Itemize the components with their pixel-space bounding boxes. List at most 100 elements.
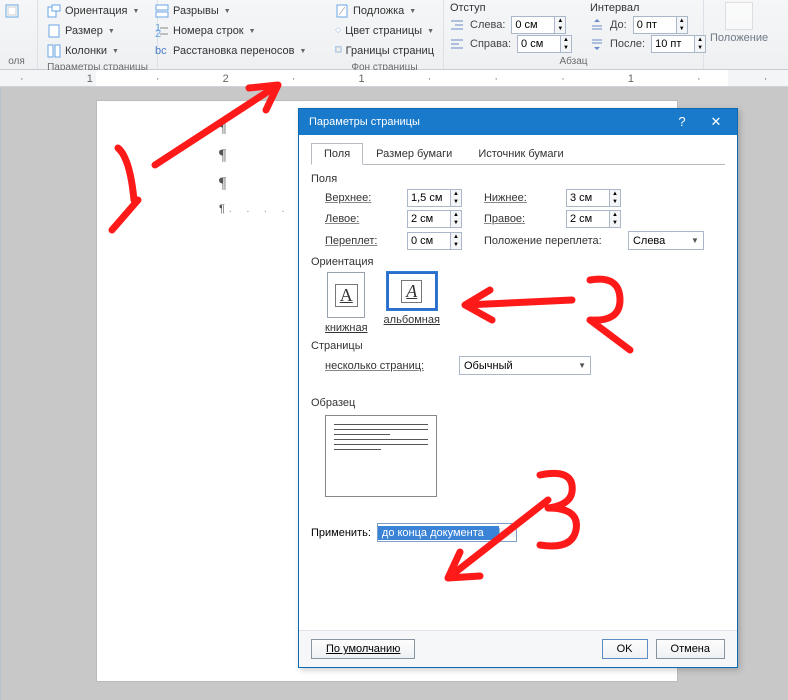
columns-icon xyxy=(47,44,61,58)
gutter-pos-select[interactable]: Слева ▼ xyxy=(628,231,704,250)
tab-paper[interactable]: Размер бумаги xyxy=(363,143,465,165)
chevron-down-icon: ▼ xyxy=(427,28,434,35)
chevron-down-icon: ▼ xyxy=(108,28,115,35)
line-numbers-button[interactable]: 12 Номера строк ▼ xyxy=(152,22,320,40)
gutter-label: Переплет: xyxy=(325,235,399,247)
paragraph-group-label: Абзац xyxy=(450,54,697,69)
bottom-margin-label: Нижнее: xyxy=(484,192,558,204)
breaks-label: Разрывы xyxy=(173,5,219,17)
dialog-tabs: Поля Размер бумаги Источник бумаги xyxy=(311,143,725,165)
watermark-icon xyxy=(335,4,349,18)
columns-button[interactable]: Колонки ▼ xyxy=(44,42,151,60)
close-button[interactable]: ✕ xyxy=(699,109,733,135)
indent-left-input[interactable]: ▲▼ xyxy=(511,16,566,34)
indent-right-icon xyxy=(450,37,464,51)
apply-to-select[interactable]: до конца документа ▼ xyxy=(377,523,517,542)
multi-pages-select[interactable]: Обычный ▼ xyxy=(459,356,591,375)
spacing-before-label: До: xyxy=(610,19,627,31)
page-setup-dialog: Параметры страницы ? ✕ Поля Размер бумаг… xyxy=(298,108,738,668)
margins-label: оля xyxy=(2,54,31,69)
section-margins-label: Поля xyxy=(311,173,725,185)
chevron-down-icon: ▼ xyxy=(578,361,586,370)
chevron-down-icon: ▼ xyxy=(112,48,119,55)
preview-thumbnail xyxy=(325,415,437,497)
chevron-down-icon: ▼ xyxy=(691,236,699,245)
hyphenation-button[interactable]: bc Расстановка переносов ▼ xyxy=(152,42,320,60)
help-button[interactable]: ? xyxy=(665,109,699,135)
breaks-icon xyxy=(155,4,169,18)
chevron-down-icon: ▼ xyxy=(299,48,306,55)
dialog-title-text: Параметры страницы xyxy=(309,116,420,128)
bottom-margin-input[interactable]: ▲▼ xyxy=(566,189,621,207)
chevron-down-icon: ▼ xyxy=(249,28,256,35)
ribbon: оля Ориентация▼ Размер▼ Колонки▼ Парамет… xyxy=(0,0,788,70)
spacing-title: Интервал xyxy=(590,2,706,14)
page-color-label: Цвет страницы xyxy=(345,25,422,37)
section-pages-label: Страницы xyxy=(311,340,725,352)
page-color-icon xyxy=(335,24,341,38)
line-numbers-label: Номера строк xyxy=(173,25,244,37)
watermark-button[interactable]: Подложка ▼ xyxy=(332,2,437,20)
indent-right-input[interactable]: ▲▼ xyxy=(517,35,572,53)
indent-title: Отступ xyxy=(450,2,572,14)
size-label: Размер xyxy=(65,25,103,37)
left-margin-input[interactable]: ▲▼ xyxy=(407,210,462,228)
top-margin-label: Верхнее: xyxy=(325,192,399,204)
tab-margins[interactable]: Поля xyxy=(311,143,363,165)
apply-to-label: Применить: xyxy=(311,527,371,539)
apply-to-value: до конца документа xyxy=(378,526,499,540)
position-button[interactable]: Положение xyxy=(710,32,768,44)
indent-left-icon xyxy=(450,18,464,32)
horizontal-ruler[interactable]: · 1 · 2 · 1 · · · 1 · · · 2 · · · 3 · · … xyxy=(0,70,788,87)
gutter-input[interactable]: ▲▼ xyxy=(407,232,462,250)
dialog-titlebar[interactable]: Параметры страницы ? ✕ xyxy=(299,109,737,135)
orientation-portrait[interactable]: A книжная xyxy=(325,272,368,334)
default-button[interactable]: По умолчанию xyxy=(311,639,415,659)
gutter-pos-value: Слева xyxy=(633,235,665,247)
spacing-before-icon xyxy=(590,18,604,32)
page-color-button[interactable]: Цвет страницы ▼ xyxy=(332,22,437,40)
size-icon xyxy=(47,24,61,38)
margins-icon xyxy=(5,4,19,18)
cancel-button[interactable]: Отмена xyxy=(656,639,725,659)
section-preview-label: Образец xyxy=(311,397,725,409)
right-margin-input[interactable]: ▲▼ xyxy=(566,210,621,228)
orientation-landscape-label: альбомная xyxy=(384,314,440,326)
left-margin-label: Левое: xyxy=(325,213,399,225)
multi-pages-value: Обычный xyxy=(464,360,513,372)
top-margin-input[interactable]: ▲▼ xyxy=(407,189,462,207)
spacing-after-input[interactable]: ▲▼ xyxy=(651,35,706,53)
size-button[interactable]: Размер ▼ xyxy=(44,22,151,40)
indent-left-label: Слева: xyxy=(470,19,505,31)
right-margin-label: Правое: xyxy=(484,213,558,225)
watermark-label: Подложка xyxy=(353,5,404,17)
margins-large-button[interactable] xyxy=(2,2,31,20)
svg-text:2: 2 xyxy=(155,28,161,38)
ok-button[interactable]: OK xyxy=(602,639,648,659)
page-borders-label: Границы страниц xyxy=(346,45,434,57)
chevron-down-icon: ▼ xyxy=(499,528,516,537)
page-borders-button[interactable]: Границы страниц xyxy=(332,42,437,60)
hyphenation-icon: bc xyxy=(155,44,169,58)
tab-source[interactable]: Источник бумаги xyxy=(465,143,576,165)
position-icon xyxy=(725,2,753,30)
spacing-after-icon xyxy=(590,37,604,51)
line-numbers-icon: 12 xyxy=(155,24,169,38)
multi-pages-label: несколько страниц: xyxy=(325,360,451,372)
hyphenation-label: Расстановка переносов xyxy=(173,45,294,57)
chevron-down-icon: ▼ xyxy=(409,8,416,15)
breaks-button[interactable]: Разрывы ▼ xyxy=(152,2,320,20)
section-orientation-label: Ориентация xyxy=(311,256,725,268)
orientation-landscape[interactable]: A альбомная xyxy=(384,272,440,334)
indent-right-label: Справа: xyxy=(470,38,511,50)
spacing-after-label: После: xyxy=(610,38,645,50)
orientation-portrait-label: книжная xyxy=(325,322,368,334)
orientation-button[interactable]: Ориентация▼ xyxy=(44,2,151,20)
gutter-pos-label: Положение переплета: xyxy=(484,235,620,247)
chevron-down-icon: ▼ xyxy=(132,8,139,15)
page-borders-icon xyxy=(335,44,342,58)
columns-label: Колонки xyxy=(65,45,107,57)
svg-text:bc: bc xyxy=(155,45,167,57)
spacing-before-input[interactable]: ▲▼ xyxy=(633,16,688,34)
chevron-down-icon: ▼ xyxy=(224,8,231,15)
